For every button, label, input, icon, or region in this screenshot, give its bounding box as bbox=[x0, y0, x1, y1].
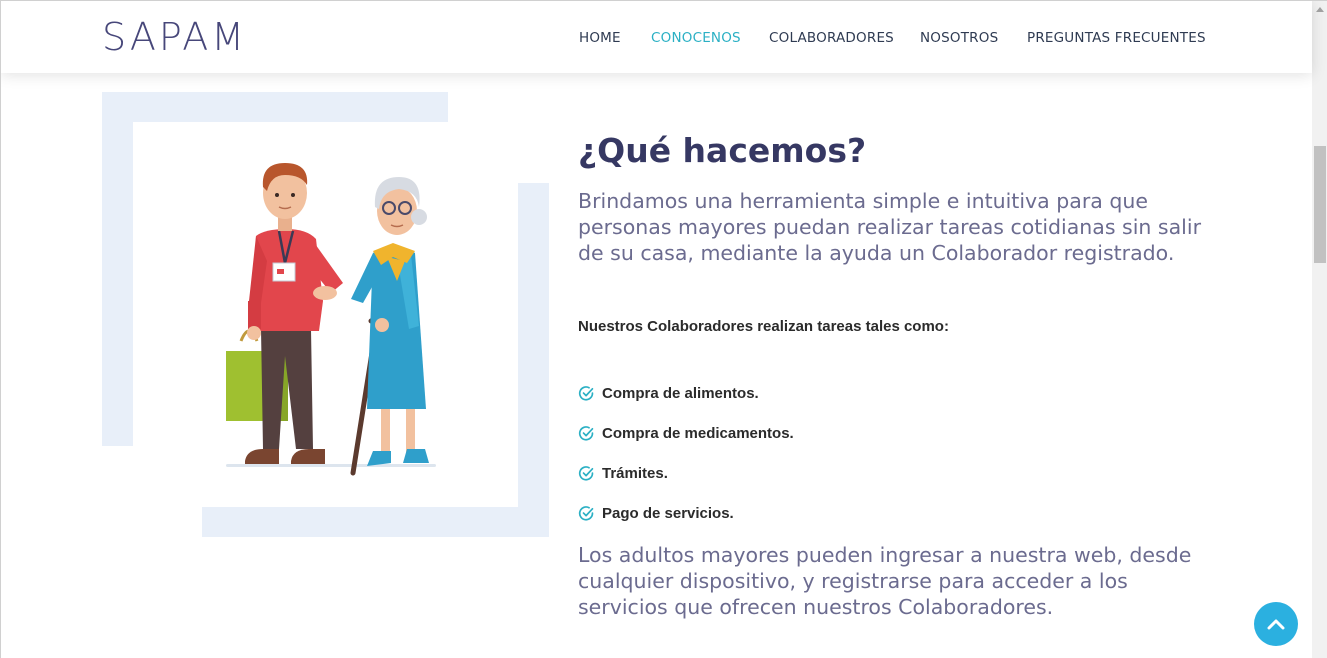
list-item: Compra de medicamentos. bbox=[578, 413, 794, 453]
list-item: Trámites. bbox=[578, 453, 794, 493]
tasks-subtitle: Nuestros Colaboradores realizan tareas t… bbox=[578, 318, 949, 335]
section-closing: Los adultos mayores pueden ingresar a nu… bbox=[578, 543, 1192, 619]
nav-colaboradores[interactable]: COLABORADORES bbox=[769, 30, 894, 46]
check-circle-icon bbox=[578, 465, 594, 481]
page: SAPAM HOME CONOCENOS COLABORADORES NOSOT… bbox=[0, 0, 1327, 658]
task-label: Trámites. bbox=[602, 464, 668, 482]
task-label: Pago de servicios. bbox=[602, 504, 734, 522]
page-scrollbar[interactable] bbox=[1312, 1, 1327, 658]
caregiver-elderly-illustration bbox=[226, 163, 436, 476]
site-logo[interactable]: SAPAM bbox=[102, 15, 247, 59]
nav-preguntas-frecuentes[interactable]: PREGUNTAS FRECUENTES bbox=[1027, 30, 1206, 46]
nav-conocenos[interactable]: CONOCENOS bbox=[651, 30, 741, 46]
check-circle-icon bbox=[578, 505, 594, 521]
task-label: Compra de alimentos. bbox=[602, 384, 759, 402]
task-label: Compra de medicamentos. bbox=[602, 424, 794, 442]
scroll-up-arrow[interactable] bbox=[1312, 1, 1327, 17]
chevron-up-icon bbox=[1267, 619, 1285, 630]
tasks-list: Compra de alimentos. Compra de medicamen… bbox=[578, 373, 794, 533]
check-circle-icon bbox=[578, 425, 594, 441]
list-item: Pago de servicios. bbox=[578, 493, 794, 533]
scrollbar-thumb[interactable] bbox=[1314, 146, 1326, 263]
nav-nosotros[interactable]: NOSOTROS bbox=[920, 30, 998, 46]
section-title: ¿Qué hacemos? bbox=[578, 131, 867, 170]
section-lead: Brindamos una herramienta simple e intui… bbox=[578, 189, 1201, 265]
site-header: SAPAM HOME CONOCENOS COLABORADORES NOSOT… bbox=[1, 1, 1312, 73]
check-circle-icon bbox=[578, 385, 594, 401]
list-item: Compra de alimentos. bbox=[578, 373, 794, 413]
back-to-top-button[interactable] bbox=[1254, 602, 1298, 646]
nav-home[interactable]: HOME bbox=[579, 30, 621, 46]
